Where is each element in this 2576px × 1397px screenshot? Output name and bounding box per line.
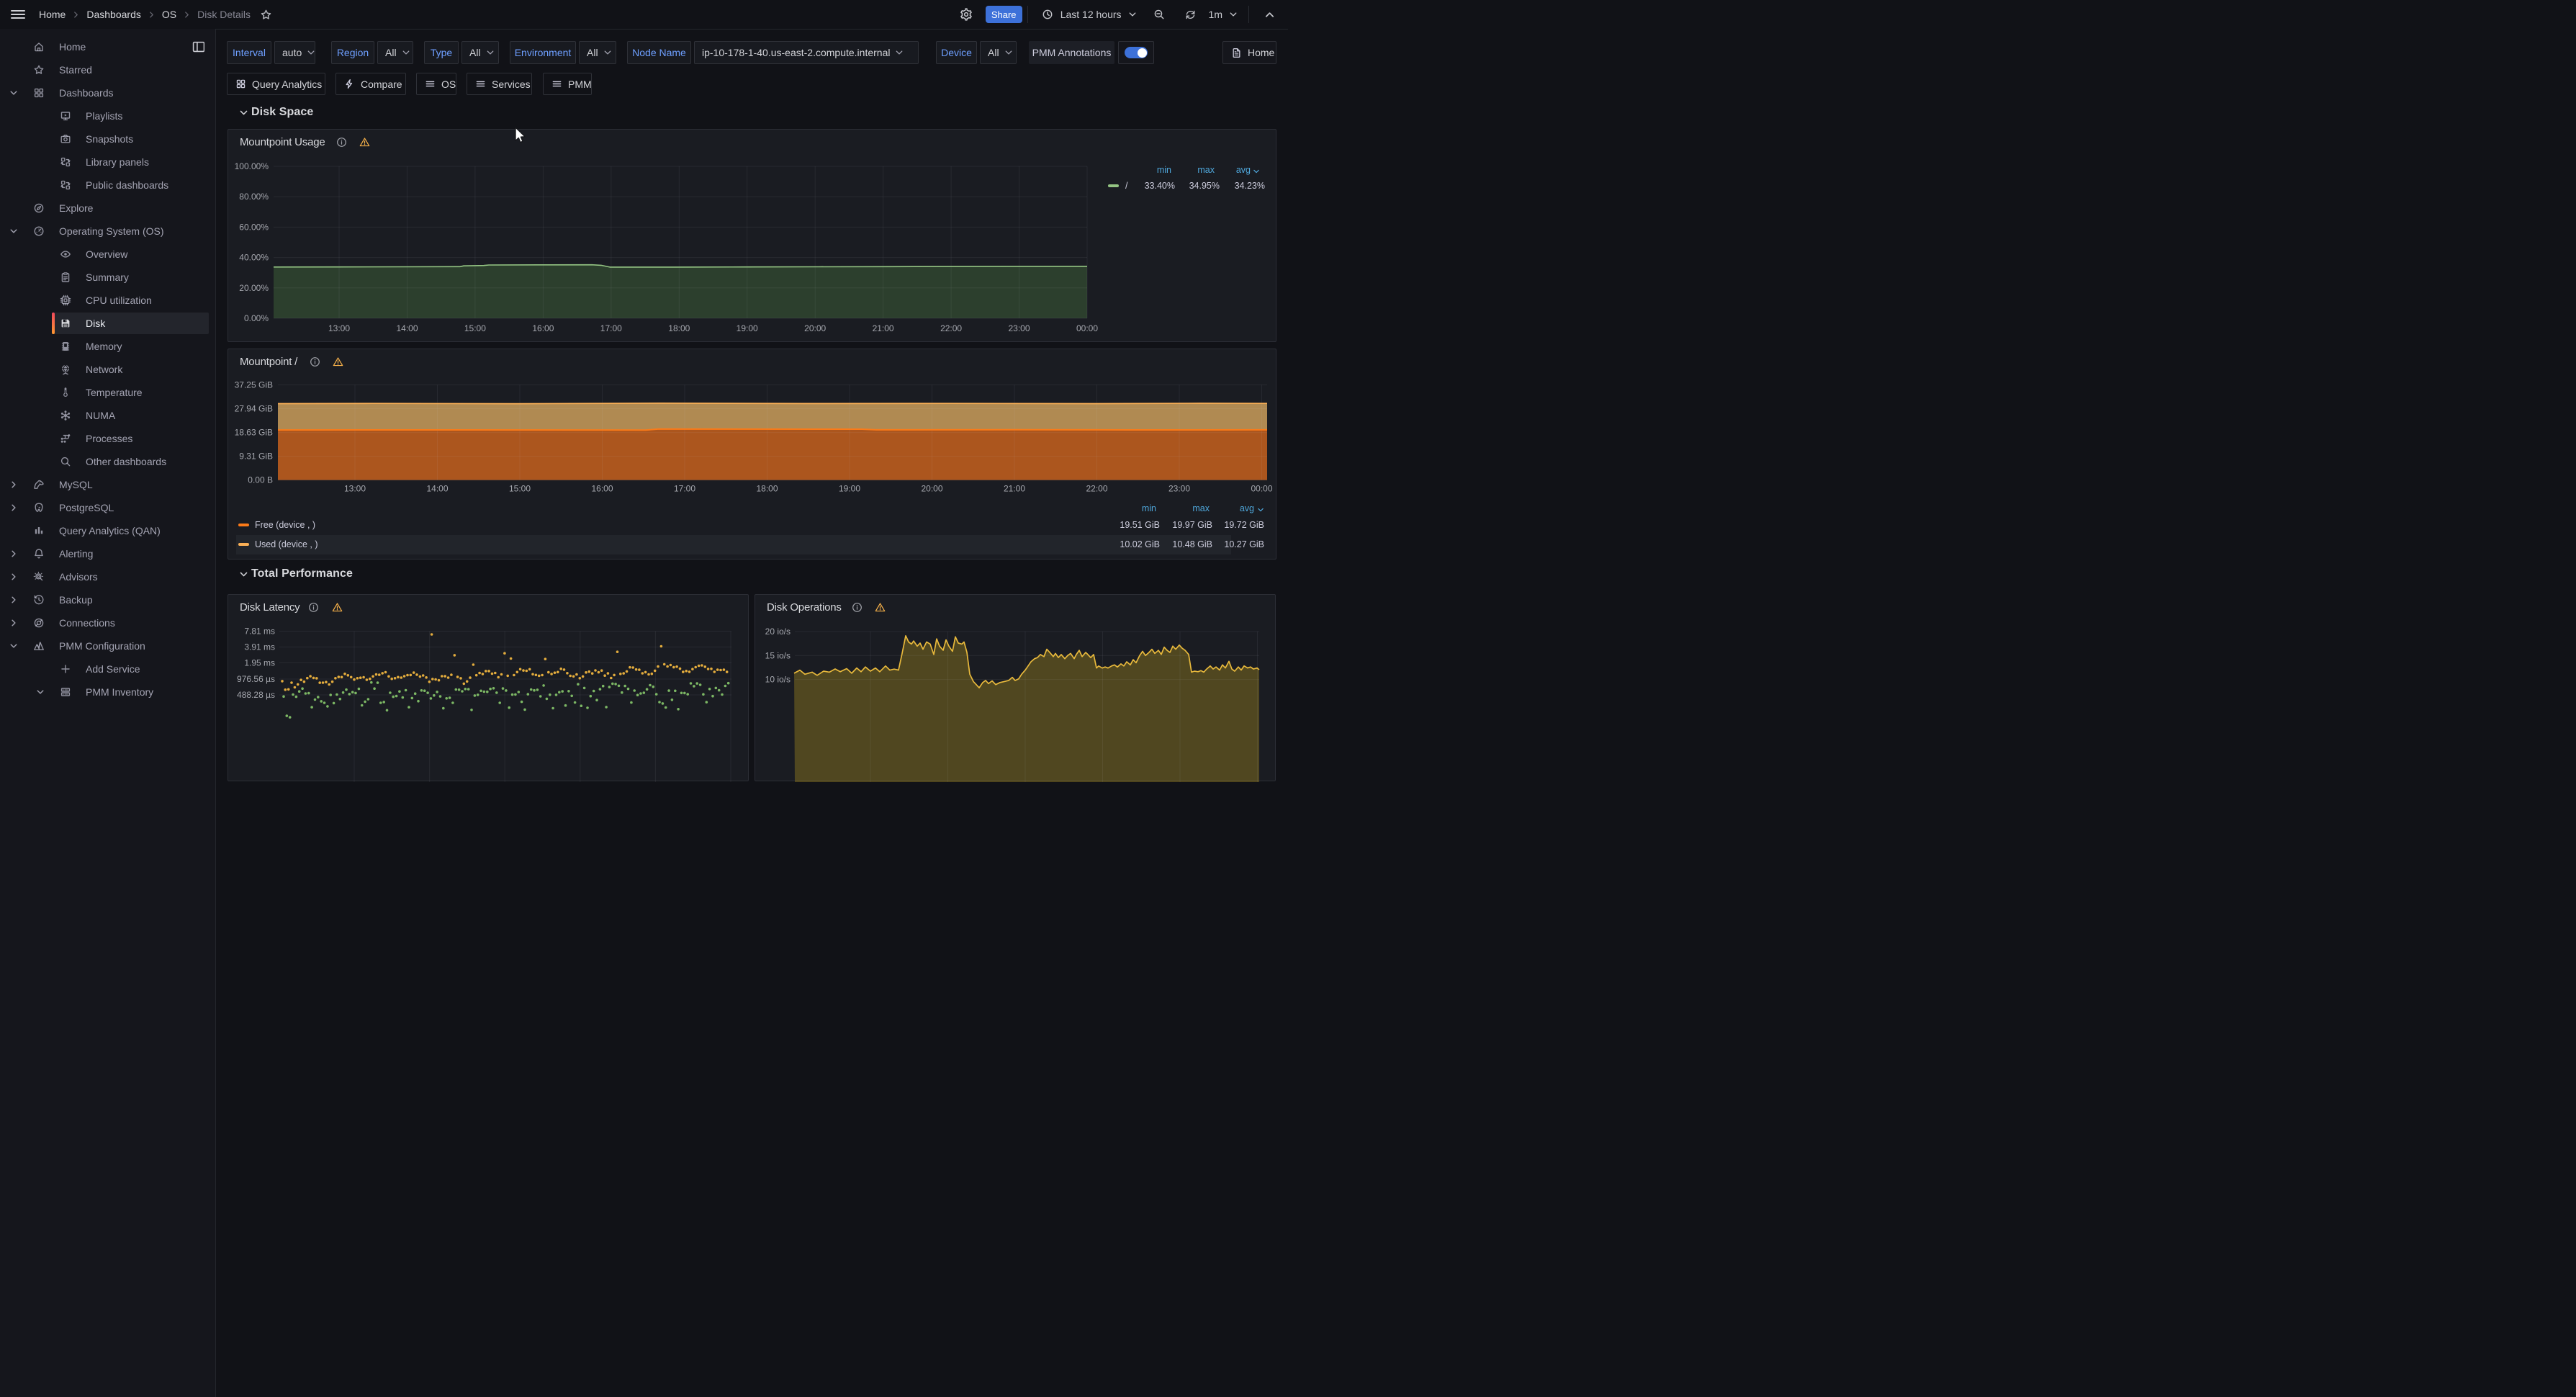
svg-text:3.91 ms: 3.91 ms [244,642,275,652]
svg-text:10 io/s: 10 io/s [765,675,791,685]
svg-text:7.81 ms: 7.81 ms [244,626,275,637]
svg-text:20 io/s: 20 io/s [765,626,791,637]
svg-text:976.56 µs: 976.56 µs [237,674,275,684]
svg-text:15 io/s: 15 io/s [765,650,791,660]
svg-text:1.95 ms: 1.95 ms [244,658,275,668]
svg-text:488.28 µs: 488.28 µs [237,690,275,700]
